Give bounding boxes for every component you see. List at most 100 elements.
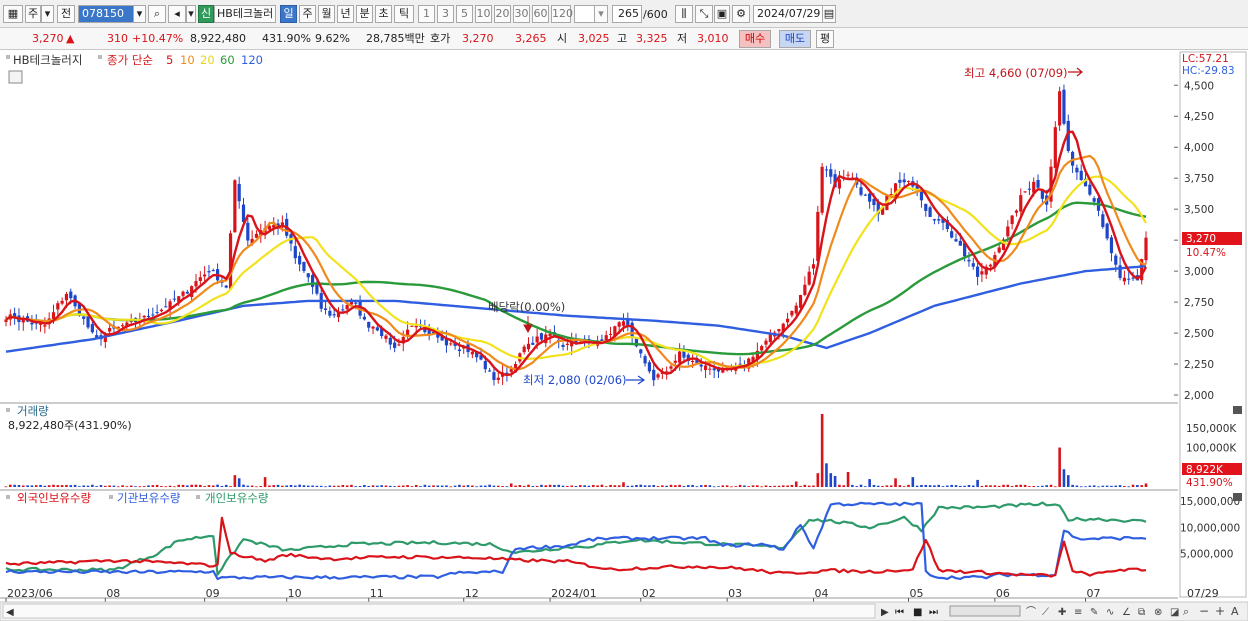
volume-panel-close-icon[interactable] [1233,406,1242,414]
code-dropdown-icon[interactable]: ▾ [133,5,146,23]
candle-body [906,180,911,182]
volume-bar [889,485,893,487]
stock-chart[interactable]: 2,0002,2502,5002,7503,0003,2503,5003,750… [0,50,1248,621]
volume-bar [1140,485,1143,487]
prev-button[interactable]: 전 [57,5,75,23]
candle-body [807,271,811,285]
count-input[interactable]: 265 [612,5,642,23]
price-tick-label: 3,500 [1184,204,1214,216]
market-select[interactable]: 주 [25,5,41,23]
draw-tool-icon[interactable]: ✎ [1090,607,1098,618]
volume-bar [324,486,327,488]
buy-button[interactable]: 매수 [739,30,771,48]
stock-name[interactable]: HB테크놀러 [214,5,276,23]
chart-type-icon[interactable]: ▦ [3,5,23,23]
calendar-icon[interactable]: ▤ [822,5,836,23]
period-day[interactable]: 일 [280,5,297,23]
volume-bar [838,484,841,487]
interval-1[interactable]: 1 [418,5,435,23]
custom-interval-dropdown-icon[interactable]: ▾ [594,5,608,23]
candle-body [954,239,958,242]
volume-bar [419,486,422,487]
horizontal-scrollbar[interactable] [2,603,876,619]
avg-button[interactable]: 평 [816,30,834,48]
line-tool-icon[interactable]: ⌒ [1026,606,1036,618]
cross-tool-icon[interactable]: ✚ [1058,607,1066,618]
volume-bar [341,484,345,487]
stock-code-input[interactable]: 078150 [78,5,134,23]
volume-bar [509,483,513,487]
interval-5[interactable]: 5 [456,5,473,23]
volume-bar [1127,486,1131,488]
sell-button[interactable]: 매도 [779,30,811,48]
period-year[interactable]: 년 [337,5,354,23]
date-input[interactable]: 2024/07/29 [753,5,823,23]
candle-body [1019,195,1023,212]
candle-body [194,281,198,287]
period-month[interactable]: 월 [318,5,335,23]
candle-body [1014,210,1019,213]
interval-30[interactable]: 30 [513,5,530,23]
period-tick[interactable]: 틱 [394,5,414,23]
volume-bar [380,485,383,487]
volume-bar [643,485,647,487]
candle-body [1122,277,1127,282]
period-second[interactable]: 초 [375,5,392,23]
candle-body [172,298,177,300]
interval-120[interactable]: 120 [551,5,573,23]
interval-60[interactable]: 60 [532,5,549,23]
eraser-icon[interactable]: ◪ [1170,607,1179,618]
x-tick-label: 07/29 [1187,587,1219,600]
volume-bar [648,485,651,487]
candle-body [639,349,643,354]
candle-body [367,321,371,328]
zoom-in-icon[interactable]: + [1215,604,1225,618]
candle-body [1058,91,1062,126]
interval-20[interactable]: 20 [494,5,511,23]
count-max: /600 [643,8,668,21]
gear-icon[interactable]: ⚙ [732,5,750,23]
save-icon[interactable]: ▣ [714,5,730,23]
volume-bar [389,485,392,487]
volume-bar [501,486,504,487]
period-minute[interactable]: 분 [356,5,373,23]
angle-tool-icon[interactable]: ∠ [1122,607,1131,618]
candle-icon[interactable]: ⫼ [675,5,693,23]
rewind-icon[interactable]: ⏮ [895,607,904,618]
volume-bar [924,485,928,487]
candle-body [310,274,315,287]
search-icon[interactable]: ⌕ [148,5,166,23]
crosshair-icon[interactable]: ⤡ [695,5,713,23]
zoom-slider[interactable] [949,605,1021,617]
volume-bar [855,486,858,487]
volume-bar [816,473,820,487]
zoom-out-icon[interactable]: − [1199,604,1209,618]
market-dropdown-icon[interactable]: ▾ [41,5,54,23]
volume-bar [704,484,707,487]
fast-forward-icon[interactable]: ⏭ [929,607,938,618]
wave-tool-icon[interactable]: ∿ [1106,607,1114,618]
price-tick-label: 2,750 [1184,297,1214,309]
auto-scale-icon[interactable]: A [1231,605,1239,618]
volume-bar [665,485,668,487]
candle-body [233,180,237,233]
period-week[interactable]: 주 [299,5,316,23]
stop-icon[interactable]: ■ [913,607,922,618]
sound-dropdown-icon[interactable]: ▾ [186,5,196,23]
volume-bar [669,484,673,487]
table-icon[interactable] [8,70,23,84]
volume-bar [997,485,1001,487]
interval-3[interactable]: 3 [437,5,454,23]
scroll-left-icon[interactable]: ◀ [6,607,14,618]
zoom-search-icon[interactable]: ⌕ [1183,605,1189,618]
fib-tool-icon[interactable]: ≡ [1074,607,1082,618]
interval-10[interactable]: 10 [475,5,492,23]
volume-bar [134,486,137,488]
scroll-right-icon[interactable]: ▶ [881,607,889,618]
volume-bar [976,479,979,487]
trend-tool-icon[interactable]: ⟋ [1042,607,1049,618]
copy-tool-icon[interactable]: ⧉ [1138,607,1145,618]
holdings-panel-close-icon[interactable] [1233,493,1242,501]
link-tool-icon[interactable]: ⊗ [1154,607,1162,618]
sound-icon[interactable]: ◂ [168,5,186,23]
